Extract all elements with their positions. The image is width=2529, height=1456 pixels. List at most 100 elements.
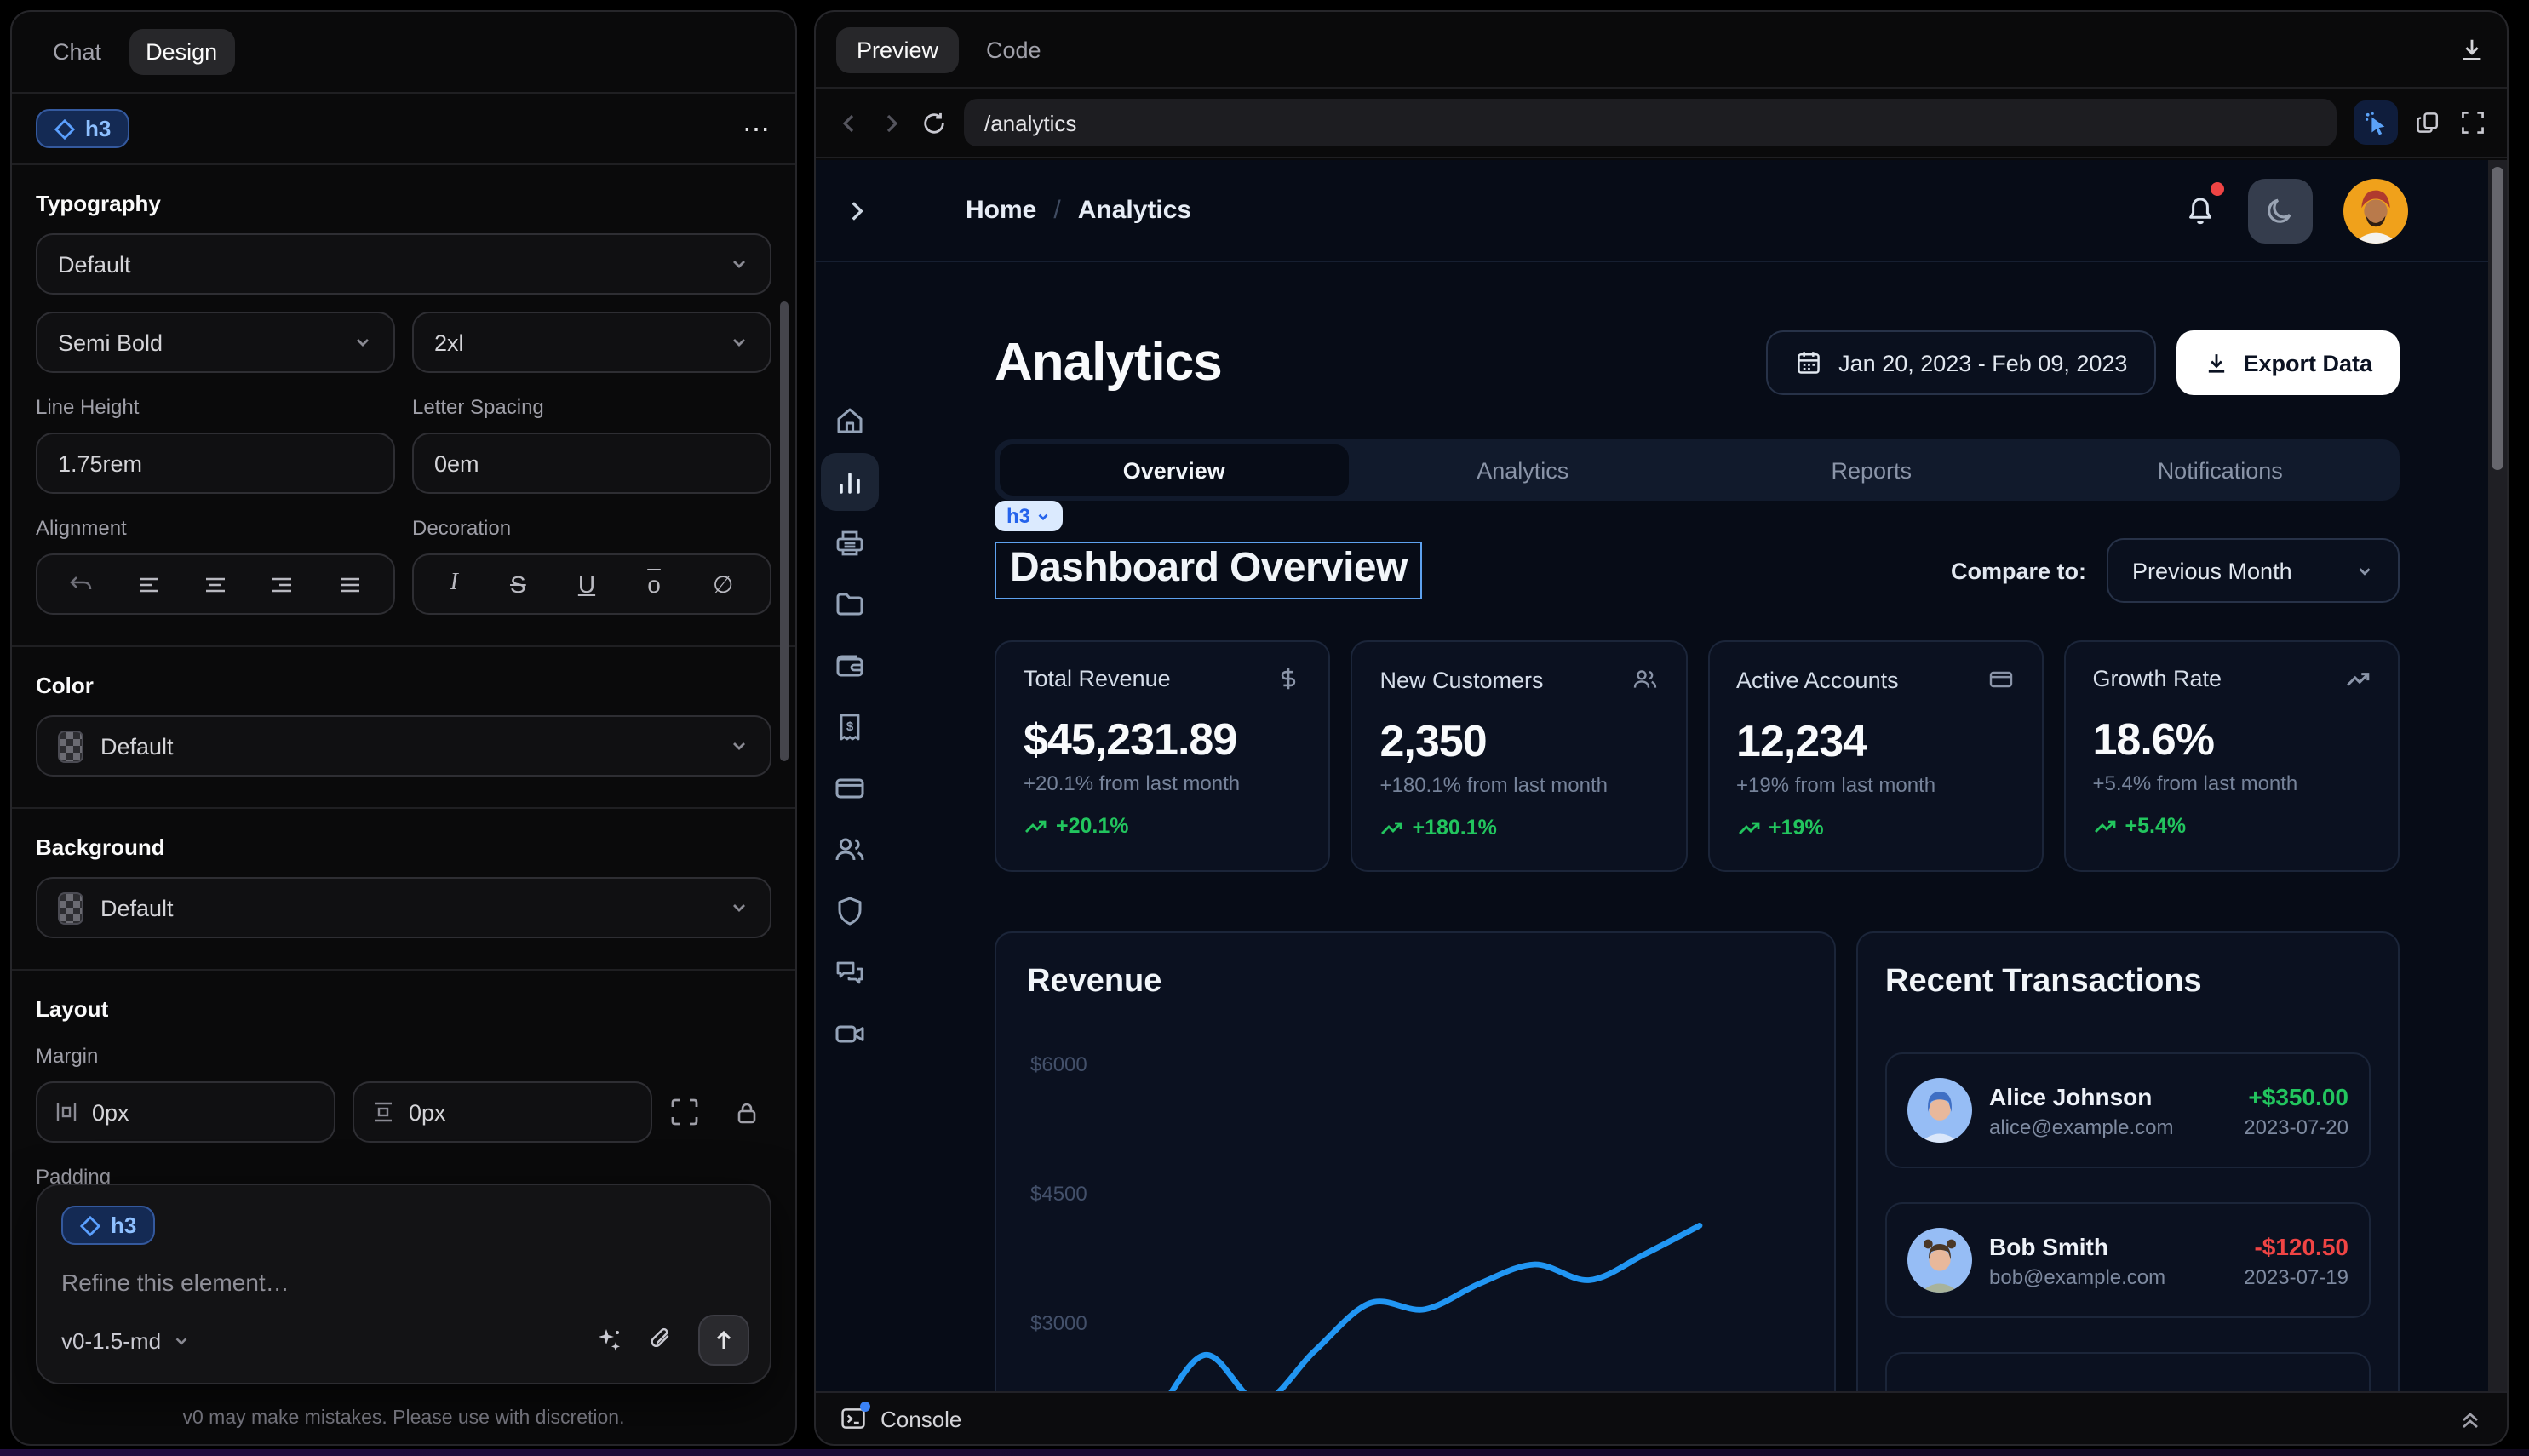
underline-icon[interactable]: U xyxy=(578,570,595,598)
align-right-icon[interactable] xyxy=(270,571,295,597)
inspect-cursor-button[interactable] xyxy=(2354,100,2398,145)
panel-scrollbar[interactable] xyxy=(780,301,789,761)
revenue-chart-title: Revenue xyxy=(1027,964,1804,1001)
cursor-sparkle-icon xyxy=(2363,110,2388,135)
composer-input[interactable]: Refine this element… xyxy=(61,1269,746,1296)
chevrons-up-icon[interactable] xyxy=(2457,1406,2483,1431)
breadcrumb-home[interactable]: Home xyxy=(966,196,1036,225)
calendar-icon xyxy=(1794,349,1821,376)
send-button[interactable] xyxy=(698,1315,749,1366)
overline-icon[interactable]: o xyxy=(647,570,661,598)
tab-code[interactable]: Code xyxy=(966,26,1062,72)
font-size-value: 2xl xyxy=(434,330,464,355)
notifications-button[interactable] xyxy=(2183,193,2217,227)
margin-y-value: 0px xyxy=(409,1099,446,1125)
stat-card-growth-rate: Growth Rate 18.6% +5.4% from last month … xyxy=(2064,640,2400,872)
font-family-value: Default xyxy=(58,251,131,277)
selected-element-tag[interactable]: h3 xyxy=(36,109,129,148)
text-color-select[interactable]: Default xyxy=(36,715,771,777)
fullscreen-icon[interactable] xyxy=(2459,109,2486,136)
alignment-toolbar xyxy=(36,553,395,615)
stat-trend: +5.4% xyxy=(2125,814,2187,838)
forward-icon[interactable] xyxy=(879,110,904,135)
back-icon[interactable] xyxy=(836,110,862,135)
folder-icon[interactable] xyxy=(833,588,867,622)
credit-card-icon[interactable] xyxy=(833,771,867,805)
compare-label: Compare to: xyxy=(1951,558,2086,583)
copy-icon[interactable] xyxy=(2415,109,2442,136)
url-input[interactable]: /analytics xyxy=(964,99,2337,146)
chevron-down-icon xyxy=(171,1331,190,1350)
stat-trend: +20.1% xyxy=(1056,814,1129,838)
transaction-row[interactable]: Bob Smith bob@example.com -$120.50 2023-… xyxy=(1885,1202,2371,1318)
stat-subtext: +5.4% from last month xyxy=(2093,771,2371,795)
align-justify-icon[interactable] xyxy=(337,571,363,597)
lock-icon[interactable] xyxy=(734,1099,760,1125)
receipt-dollar-icon[interactable]: $ xyxy=(833,710,867,744)
composer-element-tag[interactable]: h3 xyxy=(61,1206,155,1245)
tab-chat[interactable]: Chat xyxy=(36,29,118,75)
tab-preview[interactable]: Preview xyxy=(836,26,959,72)
line-height-input[interactable]: 1.75rem xyxy=(36,433,395,494)
trending-up-icon xyxy=(1736,816,1760,840)
console-label: Console xyxy=(880,1406,961,1431)
undo-icon[interactable] xyxy=(68,571,94,597)
expand-sides-icon[interactable] xyxy=(669,1097,700,1127)
italic-icon[interactable]: I xyxy=(450,570,458,598)
tab-analytics[interactable]: Analytics xyxy=(1349,444,1698,496)
background-section: Background Default xyxy=(12,834,795,971)
refresh-icon[interactable] xyxy=(921,110,947,135)
tab-design[interactable]: Design xyxy=(129,29,234,75)
bar-chart-icon[interactable] xyxy=(833,465,867,499)
dollar-icon xyxy=(1276,666,1302,691)
users-icon[interactable] xyxy=(833,833,867,867)
stat-card-new-customers: New Customers 2,350 +180.1% from last mo… xyxy=(1351,640,1688,872)
printer-icon[interactable] xyxy=(833,526,867,560)
more-options-button[interactable]: ⋯ xyxy=(743,112,771,146)
decoration-toolbar: I S U o ∅ xyxy=(412,553,771,615)
user-avatar[interactable] xyxy=(2343,178,2408,243)
compare-select[interactable]: Previous Month xyxy=(2107,538,2400,603)
decoration-label: Decoration xyxy=(412,516,771,540)
sidebar-expand-icon[interactable] xyxy=(843,197,870,224)
tab-reports[interactable]: Reports xyxy=(1697,444,2046,496)
align-center-icon[interactable] xyxy=(203,571,228,597)
stat-value: 12,234 xyxy=(1736,715,2015,768)
selection-tag-badge[interactable]: h3 xyxy=(995,501,1063,531)
avatar-image xyxy=(1907,1078,1972,1143)
export-data-button[interactable]: Export Data xyxy=(2176,330,2400,395)
margin-y-input[interactable]: 0px xyxy=(353,1081,652,1143)
sparkles-icon[interactable] xyxy=(596,1327,623,1354)
strikethrough-icon[interactable]: S xyxy=(510,570,526,598)
font-size-select[interactable]: 2xl xyxy=(412,312,771,373)
shield-icon[interactable] xyxy=(833,894,867,928)
tab-overview[interactable]: Overview xyxy=(1000,444,1349,496)
page-title: Analytics xyxy=(995,332,1222,393)
transaction-row[interactable]: Alice Johnson alice@example.com +$350.00… xyxy=(1885,1052,2371,1168)
theme-toggle-button[interactable] xyxy=(2248,178,2313,243)
download-icon xyxy=(2204,350,2229,375)
scrollbar-thumb[interactable] xyxy=(2492,167,2503,470)
margin-x-input[interactable]: 0px xyxy=(36,1081,335,1143)
wallet-icon[interactable] xyxy=(833,649,867,683)
background-color-select[interactable]: Default xyxy=(36,877,771,938)
tab-notifications[interactable]: Notifications xyxy=(2046,444,2395,496)
align-left-icon[interactable] xyxy=(135,571,161,597)
home-icon[interactable] xyxy=(833,404,867,438)
transaction-email: alice@example.com xyxy=(1989,1115,2227,1138)
no-decoration-icon[interactable]: ∅ xyxy=(713,570,733,599)
font-weight-select[interactable]: Semi Bold xyxy=(36,312,395,373)
preview-scrollbar[interactable] xyxy=(2488,160,2507,1391)
font-family-select[interactable]: Default xyxy=(36,233,771,295)
video-icon[interactable] xyxy=(833,1017,867,1051)
date-range-button[interactable]: Jan 20, 2023 - Feb 09, 2023 xyxy=(1765,330,2156,395)
stat-card-active-accounts: Active Accounts 12,234 +19% from last mo… xyxy=(1707,640,2044,872)
paperclip-icon[interactable] xyxy=(647,1327,674,1354)
download-icon[interactable] xyxy=(2457,35,2486,64)
date-range-value: Jan 20, 2023 - Feb 09, 2023 xyxy=(1838,350,2127,375)
messages-icon[interactable] xyxy=(833,955,867,989)
console-bar[interactable]: Console xyxy=(816,1391,2507,1444)
letter-spacing-input[interactable]: 0em xyxy=(412,433,771,494)
export-label: Export Data xyxy=(2243,350,2372,375)
model-select[interactable]: v0-1.5-md xyxy=(61,1327,190,1353)
